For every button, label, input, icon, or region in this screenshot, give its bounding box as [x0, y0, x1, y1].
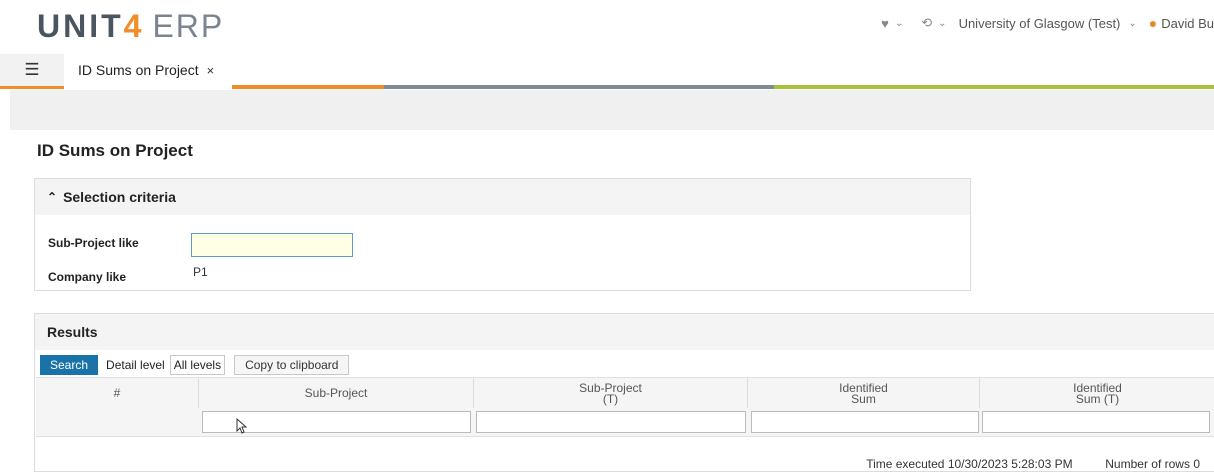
chevron-down-icon[interactable]: ⌄ — [895, 18, 903, 29]
action-strip — [10, 90, 1214, 130]
tab-bar-grey — [384, 85, 774, 89]
tab-id-sums-on-project[interactable]: ID Sums on Project × — [64, 54, 232, 86]
unit4-logo: UNIT4 ERP — [37, 8, 224, 44]
selection-criteria-title: Selection criteria — [63, 189, 176, 205]
selection-criteria-panel: ⌃ Selection criteria Sub-Project like Co… — [34, 178, 971, 291]
identified-sum-filter-input[interactable] — [751, 411, 979, 433]
company-like-label: Company like — [48, 270, 127, 284]
results-header: Results — [35, 314, 1214, 350]
time-executed-label: Time executed — [866, 457, 945, 471]
tab-label: ID Sums on Project — [78, 62, 199, 78]
tab-bar-orange — [232, 85, 384, 89]
logo-number: 4 — [123, 8, 145, 44]
company-like-value[interactable]: P1 — [193, 265, 208, 279]
column-header-sub-project-t[interactable]: Sub-Project (T) — [474, 378, 748, 409]
results-filter-row — [36, 408, 1214, 437]
results-toolbar: Search Detail level All levels Copy to c… — [40, 355, 350, 375]
sub-project-like-input[interactable] — [191, 233, 353, 257]
number-of-rows-label: Number of rows — [1105, 457, 1190, 471]
results-title: Results — [47, 324, 98, 340]
time-executed-value: 10/30/2023 5:28:03 PM — [947, 457, 1073, 471]
tab-bar-green — [774, 85, 1214, 89]
copy-to-clipboard-button[interactable]: Copy to clipboard — [234, 355, 350, 375]
sub-project-like-label: Sub-Project like — [48, 236, 139, 250]
collapse-icon[interactable]: ⌃ — [47, 190, 57, 204]
column-header-sub-project[interactable]: Sub-Project — [199, 378, 474, 409]
tab-strip: ☰ ID Sums on Project × — [0, 54, 1214, 90]
history-icon[interactable]: ⟲ — [921, 15, 932, 31]
page-title: ID Sums on Project — [37, 141, 193, 160]
header-toolbar: ♥ ⌄ ⟲ ⌄ University of Glasgow (Test) ⌄ ●… — [875, 15, 1214, 31]
results-panel: Results Search Detail level All levels C… — [34, 313, 1214, 472]
results-footer: Time executed 10/30/2023 5:28:03 PM Numb… — [866, 457, 1200, 471]
sub-project-t-filter-input[interactable] — [476, 411, 746, 433]
detail-level-select[interactable]: All levels — [169, 355, 226, 375]
close-icon[interactable]: × — [207, 63, 215, 78]
user-icon: ● — [1148, 15, 1158, 31]
identified-sum-t-filter-input[interactable] — [982, 411, 1210, 433]
column-header-identified-sum-t[interactable]: Identified Sum (T) — [980, 378, 1214, 409]
menu-icon[interactable]: ☰ — [0, 54, 64, 89]
mouse-cursor-icon — [236, 418, 248, 434]
selection-criteria-header[interactable]: ⌃ Selection criteria — [35, 179, 970, 215]
user-name[interactable]: David Bu — [1161, 16, 1214, 31]
search-button[interactable]: Search — [40, 355, 99, 375]
column-header-number[interactable]: # — [36, 378, 199, 409]
results-grid-header: # Sub-Project Sub-Project (T) Identified… — [36, 377, 1214, 410]
logo-text: UNIT — [37, 8, 124, 44]
logo-suffix: ERP — [152, 8, 225, 44]
heart-icon[interactable]: ♥ — [881, 16, 889, 31]
chevron-down-icon[interactable]: ⌄ — [1128, 18, 1136, 29]
environment-selector[interactable]: University of Glasgow (Test) — [959, 16, 1121, 31]
column-header-identified-sum[interactable]: Identified Sum — [748, 378, 980, 409]
number-of-rows-value: 0 — [1193, 457, 1200, 471]
detail-level-label: Detail level — [106, 358, 165, 372]
chevron-down-icon[interactable]: ⌄ — [938, 18, 946, 29]
